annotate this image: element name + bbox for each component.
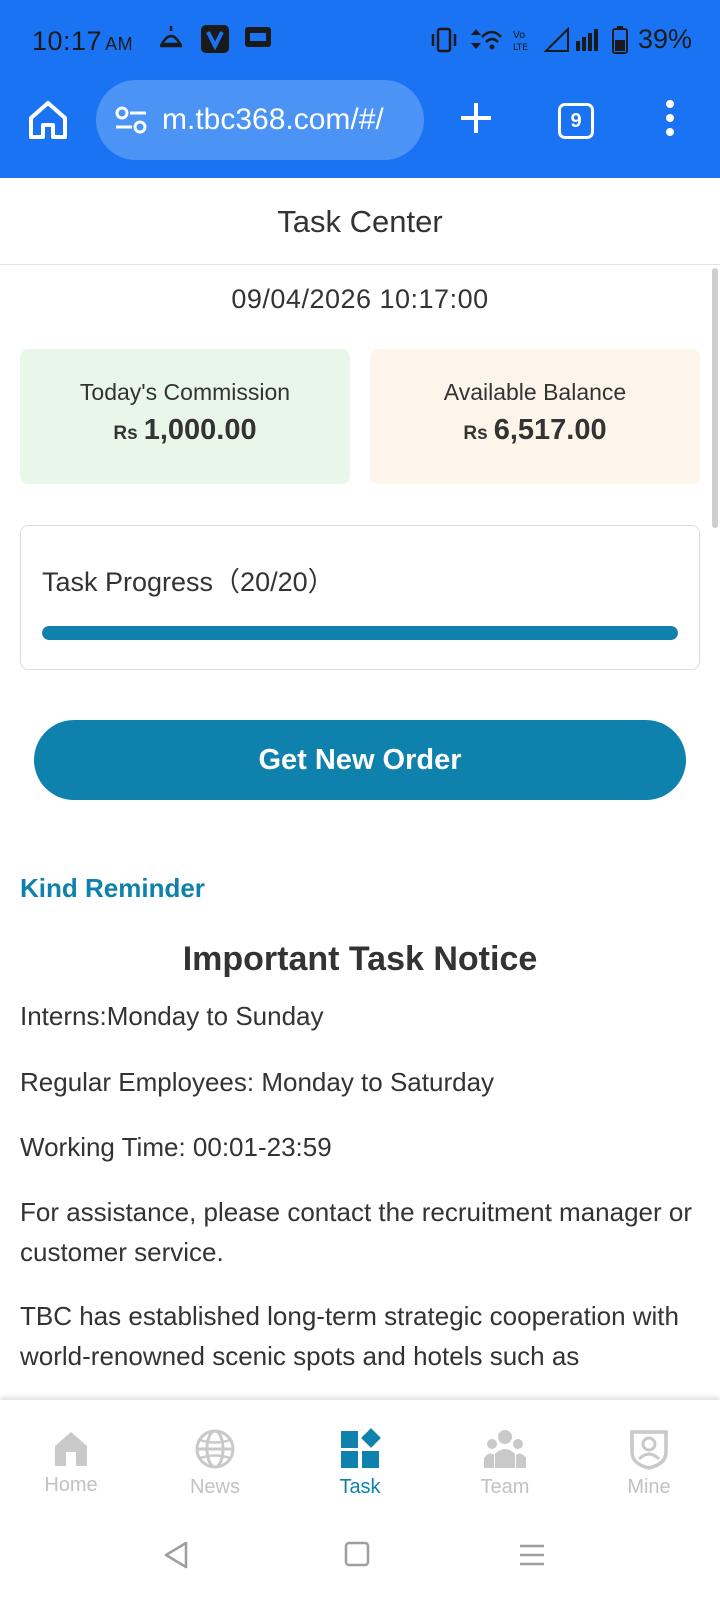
nav-task-label: Task [339, 1476, 381, 1498]
notice-line-assistance: For assistance, please contact the recru… [20, 1197, 692, 1267]
bottom-nav: Home News Task Team Mine [0, 1400, 720, 1520]
alarm-icon [159, 26, 183, 48]
menu-lines-icon[interactable] [518, 1540, 546, 1570]
nav-mine-label: Mine [627, 1476, 671, 1498]
tab-switcher-button[interactable]: 9 [558, 103, 594, 139]
kind-reminder-heading: Kind Reminder [20, 873, 205, 903]
nav-news[interactable]: News [155, 1428, 275, 1499]
status-bar: 10:17 AM Vo LTE 39% [0, 0, 720, 82]
commission-amount: 1,000.00 [143, 414, 257, 446]
wifi-icon [470, 28, 502, 49]
balance-value: Rs 6,517.00 [370, 414, 700, 447]
page-header: Task Center [0, 178, 720, 265]
vibrate-icon [431, 27, 457, 52]
nav-team[interactable]: Team [445, 1428, 565, 1499]
svg-text:Vo: Vo [513, 30, 525, 41]
nav-news-label: News [189, 1476, 240, 1498]
nav-team-label: Team [480, 1476, 530, 1498]
battery-percent: 39% [637, 24, 692, 54]
notice-line-interns: Interns:Monday to Sunday [20, 1001, 324, 1031]
vpn-app-icon [201, 25, 229, 53]
url-text[interactable]: m.tbc368.com/#/ [162, 103, 384, 137]
task-progress-track [42, 626, 678, 640]
nav-home-label: Home [44, 1474, 98, 1496]
browser-menu-icon[interactable] [662, 100, 678, 140]
recent-apps-icon[interactable] [344, 1540, 370, 1568]
commission-value: Rs 1,000.00 [20, 414, 350, 447]
nav-mine[interactable]: Mine [589, 1428, 709, 1499]
status-time-value: 10:17 [32, 26, 103, 56]
address-bar[interactable]: m.tbc368.com/#/ [96, 80, 424, 160]
globe-icon [195, 1429, 235, 1469]
get-new-order-button[interactable]: Get New Order [34, 720, 686, 800]
messages-icon [245, 27, 271, 47]
current-datetime: 09/04/2026 10:17:00 [231, 284, 489, 314]
signal-icon [543, 26, 598, 52]
back-icon[interactable] [162, 1540, 190, 1570]
status-ampm: AM [105, 34, 134, 54]
profile-icon [630, 1430, 668, 1470]
commission-currency: Rs [113, 423, 138, 444]
browser-chrome: 10:17 AM Vo LTE 39% m.tbc368.com/#/ 9 [0, 0, 720, 178]
site-settings-icon[interactable] [114, 105, 148, 135]
balance-currency: Rs [463, 423, 488, 444]
notice-line-cooperation: TBC has established long-term strategic … [20, 1301, 679, 1371]
status-indicators: Vo LTE 39% [430, 24, 692, 55]
volte-icon: Vo LTE [513, 30, 528, 53]
balance-card: Available Balance Rs 6,517.00 [370, 349, 700, 484]
battery-icon [611, 25, 628, 54]
task-progress-panel: Task Progress（20/20） [20, 525, 700, 670]
browser-home-icon[interactable] [26, 98, 70, 142]
team-icon [484, 1430, 526, 1468]
task-progress-fill [42, 626, 678, 640]
balance-amount: 6,517.00 [493, 414, 607, 446]
system-nav-bar [0, 1520, 720, 1600]
home-icon [55, 1432, 87, 1466]
commission-label: Today's Commission [79, 379, 291, 405]
nav-home[interactable]: Home [11, 1428, 131, 1497]
nav-task[interactable]: Task [300, 1428, 420, 1499]
notice-line-working-time: Working Time: 00:01-23:59 [20, 1132, 332, 1162]
task-grid-icon [341, 1428, 381, 1468]
svg-text:LTE: LTE [513, 43, 528, 53]
notice-line-employees: Regular Employees: Monday to Saturday [20, 1067, 495, 1097]
page-title: Task Center [277, 204, 443, 239]
notice-title: Important Task Notice [182, 940, 538, 978]
task-progress-label: Task Progress（20/20） [42, 567, 335, 597]
balance-label: Available Balance [443, 379, 627, 405]
new-tab-icon[interactable] [458, 100, 494, 136]
commission-card: Today's Commission Rs 1,000.00 [20, 349, 350, 484]
status-time: 10:17 AM [32, 26, 133, 57]
